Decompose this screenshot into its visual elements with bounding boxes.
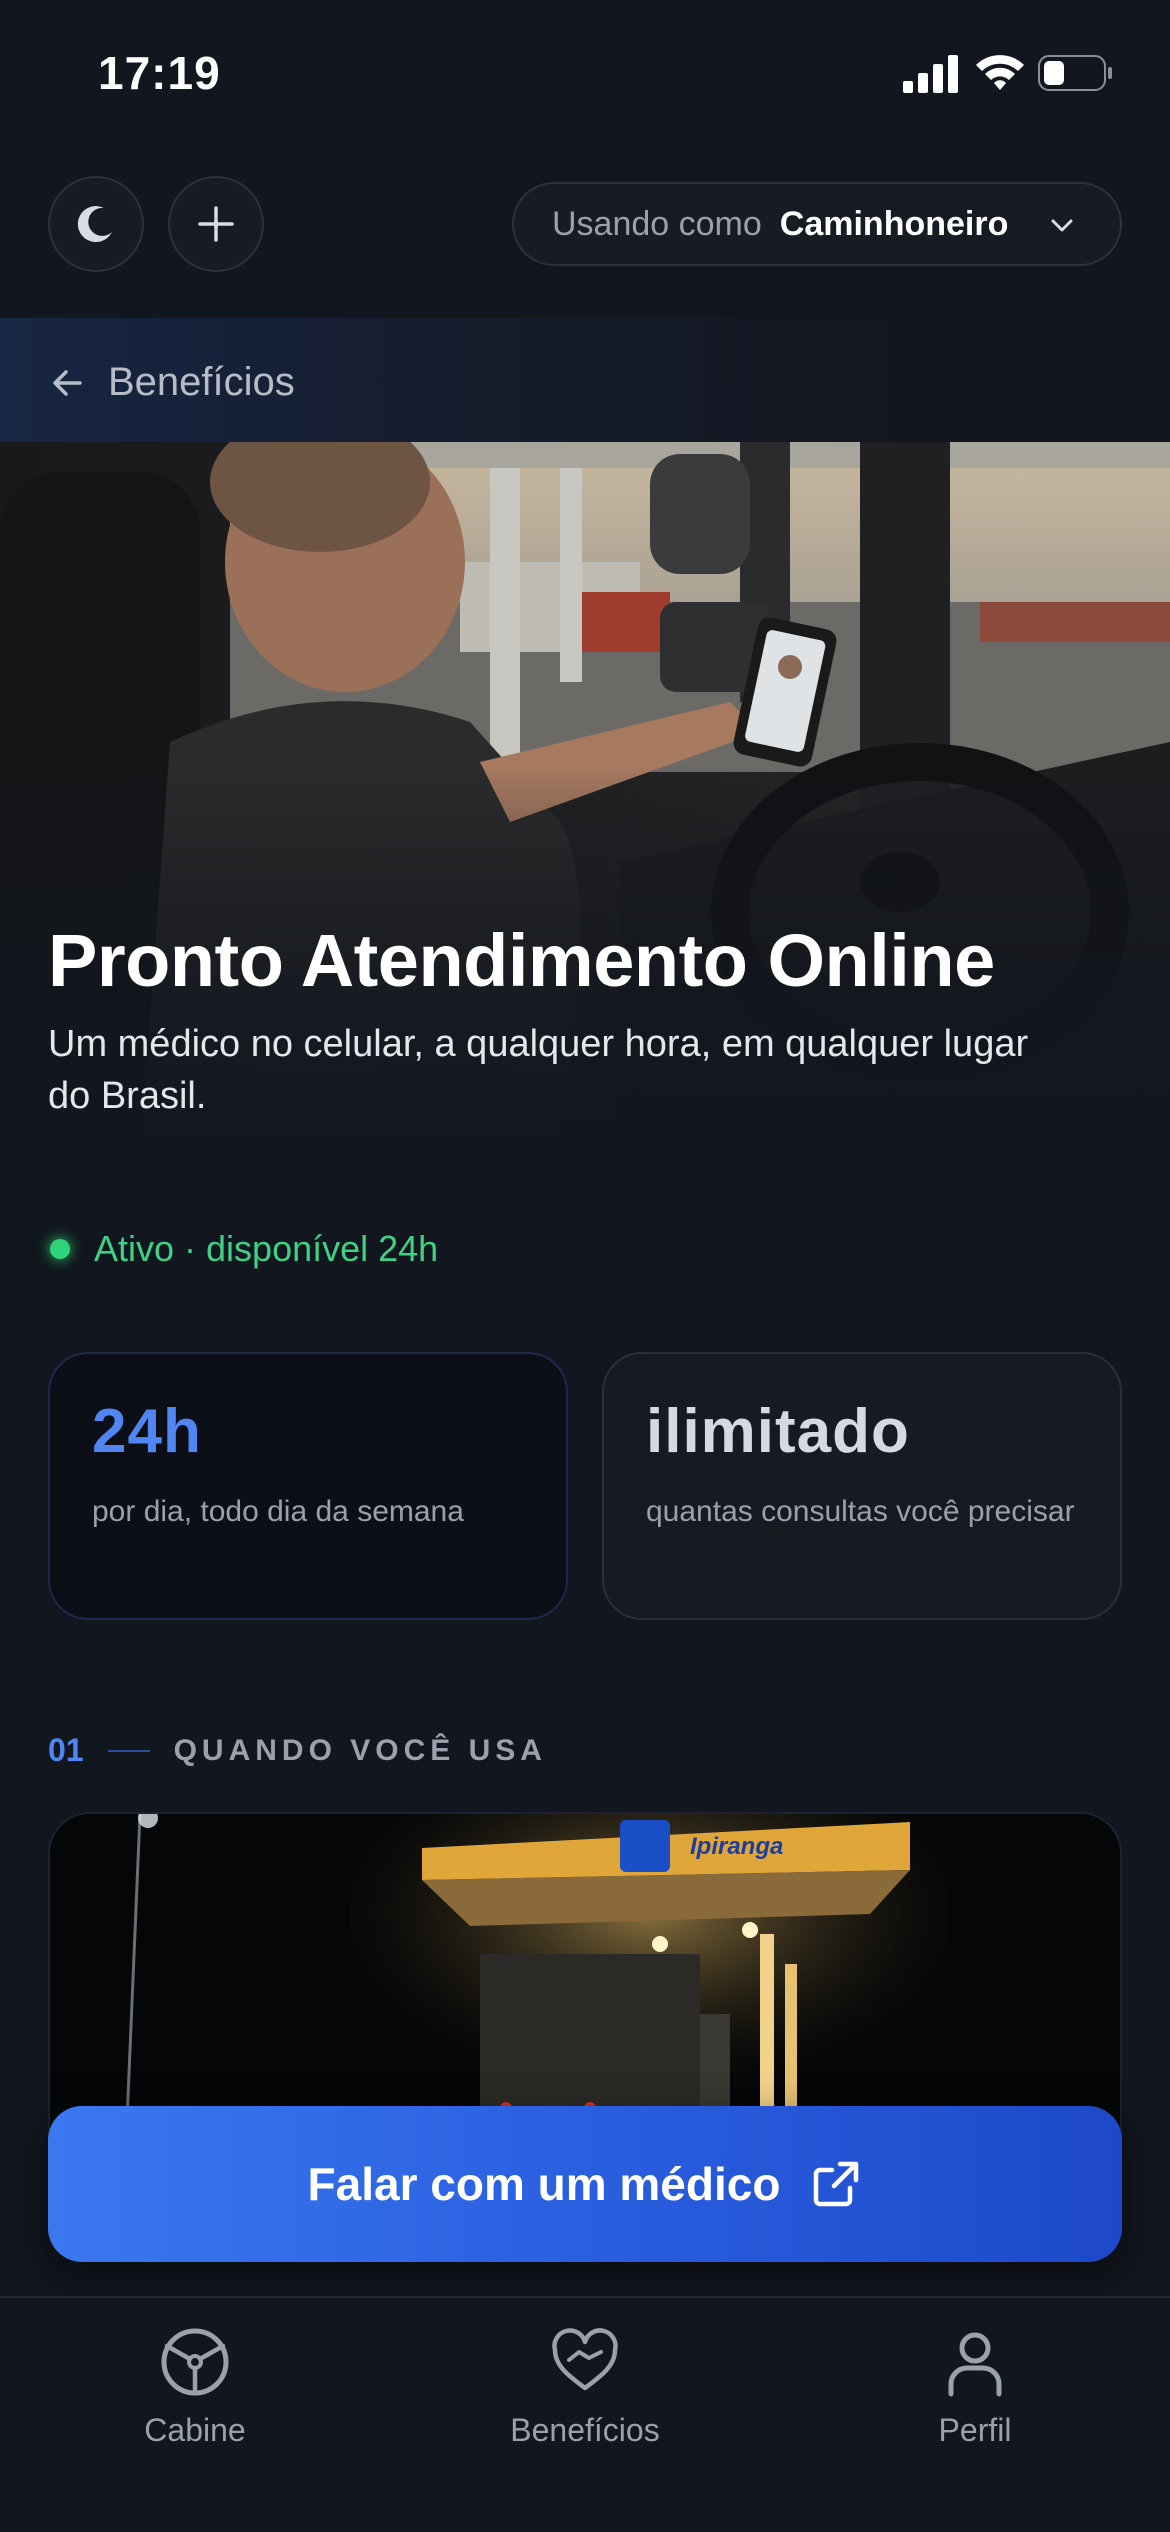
tab-beneficios[interactable]: Benefícios — [435, 2326, 735, 2449]
page-subtitle: Um médico no celular, a qualquer hora, e… — [48, 1023, 1029, 1117]
gas-station-photo: Ipiranga — [50, 1814, 1120, 2140]
status-text: Ativo · disponível 24h — [94, 1228, 439, 1269]
status-time: 17:19 — [98, 47, 221, 99]
arrow-left-icon — [53, 369, 82, 396]
usage-card-image: Ipiranga — [48, 1812, 1122, 2142]
back-label: Benefícios — [108, 360, 295, 404]
stat-value: ilimitado — [646, 1397, 910, 1466]
wifi-icon — [976, 55, 1024, 90]
section-number: 01 — [48, 1732, 84, 1768]
sign-text: Ipiranga — [690, 1833, 783, 1860]
steering-wheel-icon — [161, 2328, 229, 2396]
external-link-icon — [814, 2161, 859, 2207]
heart-hand-icon — [552, 2328, 618, 2391]
chevron-down-icon — [1051, 219, 1073, 232]
person-icon — [948, 2332, 1002, 2397]
tab-label: Cabine — [144, 2412, 246, 2448]
role-label: Usando como — [552, 204, 762, 243]
battery-icon — [1038, 55, 1112, 91]
role-value: Caminhoneiro — [779, 204, 1009, 243]
stat-card-consultations: ilimitado quantas consultas você precisa… — [602, 1352, 1122, 1620]
tab-perfil[interactable]: Perfil — [825, 2326, 1125, 2449]
stat-caption: por dia, todo dia da semana — [92, 1495, 464, 1528]
tab-cabine[interactable]: Cabine — [45, 2326, 345, 2449]
status-indicator: Ativo · disponível 24h — [50, 1228, 438, 1270]
talk-to-doctor-button[interactable]: Falar com um médico — [48, 2106, 1122, 2262]
status-dot-icon — [50, 1239, 70, 1259]
stat-value: 24h — [92, 1397, 202, 1466]
section-heading: 01 QUANDO VOCÊ USA — [48, 1732, 547, 1769]
theme-toggle-button[interactable] — [48, 176, 144, 272]
signal-icon — [903, 55, 958, 93]
stat-caption: quantas consultas você precisar — [646, 1495, 1075, 1528]
tab-label: Perfil — [938, 2412, 1012, 2448]
plus-icon — [198, 206, 234, 242]
moon-icon — [77, 206, 112, 243]
back-button[interactable]: Benefícios — [50, 360, 295, 405]
role-selector[interactable]: Usando como Caminhoneiro — [512, 182, 1122, 266]
tab-label: Benefícios — [510, 2412, 660, 2448]
section-title: QUANDO VOCÊ USA — [173, 1733, 547, 1767]
status-bar: 17:19 — [0, 0, 1170, 150]
stat-card-hours: 24h por dia, todo dia da semana — [48, 1352, 568, 1620]
cta-label: Falar com um médico — [307, 2158, 781, 2210]
add-button[interactable] — [168, 176, 264, 272]
section-divider — [107, 1749, 150, 1752]
page-title: Pronto Atendimento Online — [48, 919, 995, 1002]
